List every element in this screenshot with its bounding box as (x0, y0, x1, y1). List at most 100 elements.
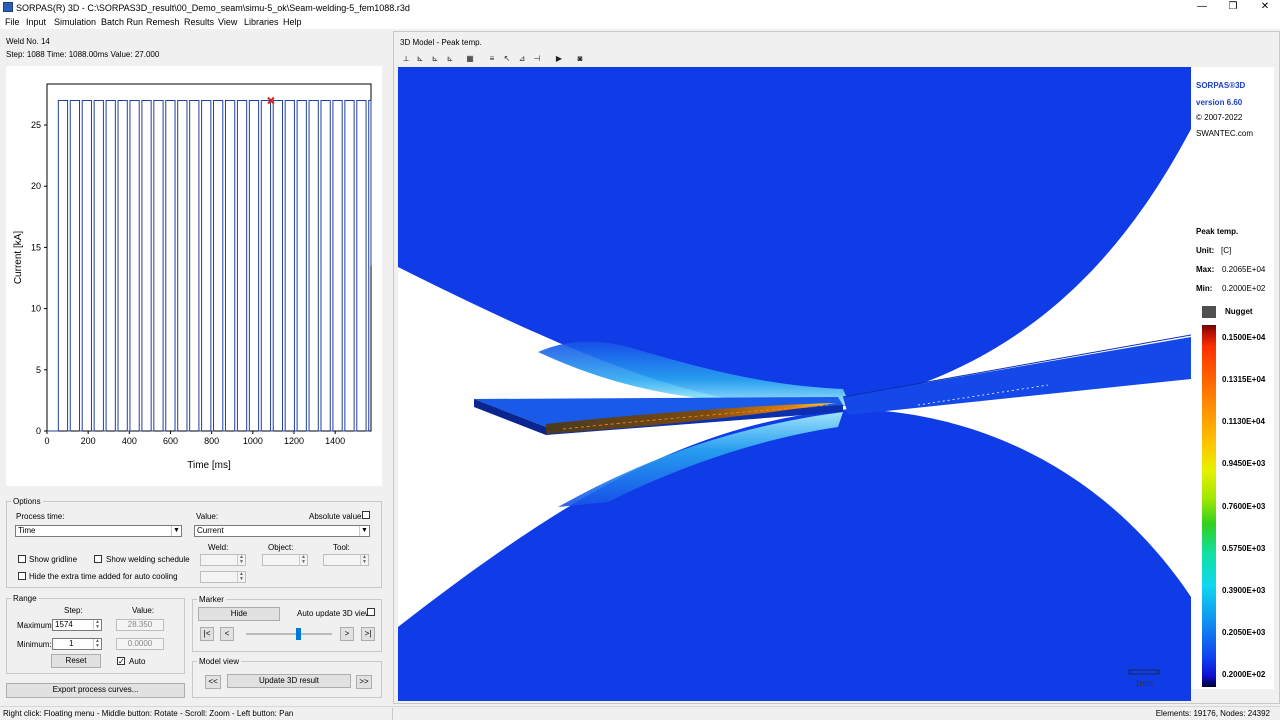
minimum-step-value: 1 (69, 639, 74, 648)
pointer-icon[interactable]: ↖ (501, 53, 513, 65)
extra-spinner[interactable]: ▲ ▼ (200, 571, 246, 583)
menu-simulation[interactable]: Simulation (54, 17, 96, 27)
view-yz-icon[interactable]: ⊾ (444, 53, 456, 65)
graph-icon[interactable]: ⊿ (516, 53, 528, 65)
model-view-prev-button[interactable]: << (205, 675, 221, 689)
nugget-swatch (1202, 306, 1216, 318)
marker-last-button[interactable]: >| (361, 627, 375, 641)
minimize-button[interactable]: — (1187, 0, 1217, 16)
mesh-icon[interactable]: ▦ (464, 53, 476, 65)
x-tick-label: 1400 (325, 436, 345, 446)
y-tick-label: 15 (31, 242, 41, 252)
marker-slider[interactable] (246, 628, 332, 640)
menu-results[interactable]: Results (184, 17, 214, 27)
chevron-down-icon: ▼ (359, 526, 369, 536)
update-3d-result-button[interactable]: Update 3D result (227, 674, 351, 688)
brand-label: SORPAS®3D (1196, 81, 1246, 90)
menu-batch-run[interactable]: Batch Run (101, 17, 143, 27)
slider-track (246, 633, 332, 635)
hide-marker-button[interactable]: Hide (198, 607, 280, 621)
menu-remesh[interactable]: Remesh (146, 17, 180, 27)
min-value: 0.2000E+02 (1222, 284, 1266, 293)
status-hint: Right click: Floating menu - Middle butt… (3, 709, 294, 718)
export-process-curves-button[interactable]: Export process curves... (6, 683, 185, 698)
camera-icon[interactable]: ◙ (574, 53, 586, 65)
cut-icon[interactable]: ⊣ (531, 53, 543, 65)
x-tick-label: 600 (163, 436, 178, 446)
tool-spinner[interactable]: ▲ ▼ (323, 554, 369, 566)
unit-label: Unit: (1196, 246, 1215, 255)
menu-file[interactable]: File (5, 17, 20, 27)
marker-group-label: Marker (197, 595, 226, 604)
marker-prev-button[interactable]: < (220, 627, 234, 641)
legend-tick: 0.5750E+03 (1222, 544, 1266, 553)
view-xz-icon[interactable]: ⊾ (429, 53, 441, 65)
maximum-label: Maximum: (17, 621, 54, 630)
copyright-label: © 2007-2022 (1196, 113, 1243, 122)
legend-tick: 0.1315E+04 (1222, 375, 1266, 384)
reset-button[interactable]: Reset (51, 654, 101, 668)
max-value: 0.2065E+04 (1222, 265, 1266, 274)
axis-xyz-icon[interactable]: ⟂ (400, 53, 412, 65)
process-curve-chart[interactable]: 0 200 400 600 800 1000 1200 1400 0 5 10 15 20 25 Tim… (6, 66, 382, 486)
auto-checkbox[interactable]: ✓ (117, 657, 125, 666)
maximum-step-spinner[interactable]: 1574 ▲ ▼ (52, 619, 102, 631)
play-icon[interactable]: ▶ (553, 53, 565, 65)
menu-help[interactable]: Help (283, 17, 302, 27)
x-tick-label: 1200 (284, 436, 304, 446)
auto-update-checkbox[interactable] (367, 608, 375, 616)
close-button[interactable]: ✕ (1250, 0, 1280, 16)
range-step-label: Step: (64, 606, 83, 615)
model-view-next-button[interactable]: >> (356, 675, 372, 689)
weld-number: Weld No. 14 (6, 37, 50, 46)
view-xy-icon[interactable]: ⊾ (414, 53, 426, 65)
show-gridline-checkbox[interactable] (18, 555, 26, 563)
marker-first-button[interactable]: |< (200, 627, 214, 641)
y-tick-label: 0 (36, 426, 41, 436)
show-welding-schedule-checkbox[interactable] (94, 555, 102, 563)
x-axis-ticks: 0 200 400 600 800 1000 1200 1400 (44, 431, 345, 446)
menu-view[interactable]: View (218, 17, 237, 27)
slider-thumb[interactable] (295, 628, 301, 640)
scale-bar-label: 1mm (1135, 679, 1153, 688)
value-label: Value: (196, 512, 219, 521)
window-title: SORPAS(R) 3D - C:\SORPAS3D_result\00_Dem… (16, 3, 410, 13)
tool-label: Tool: (333, 543, 350, 552)
maximize-button[interactable]: ❐ (1218, 0, 1248, 16)
y-tick-label: 5 (36, 365, 41, 375)
object-label: Object: (268, 543, 294, 552)
weld-spinner[interactable]: ▲ ▼ (200, 554, 246, 566)
quantity-label: Peak temp. (1196, 227, 1239, 236)
value-select[interactable]: Current ▼ (194, 525, 370, 537)
process-time-label: Process time: (16, 512, 65, 521)
min-label: Min: (1196, 284, 1213, 293)
x-axis-label: Time [ms] (187, 460, 231, 471)
menu-input[interactable]: Input (26, 17, 46, 27)
hide-extra-time-checkbox[interactable] (18, 572, 26, 580)
maximum-step-value: 1574 (55, 620, 73, 629)
status-separator (392, 708, 393, 720)
absolute-values-checkbox[interactable] (362, 511, 370, 519)
current-series-line (47, 100, 372, 432)
spin-arrows-icon: ▲ ▼ (237, 572, 245, 582)
app-icon (3, 2, 13, 12)
color-legend: SORPAS®3D version 6.60 © 2007-2022 SWANT… (1191, 67, 1274, 689)
hide-extra-time-label: Hide the extra time added for auto cooli… (29, 572, 178, 581)
minimum-step-spinner[interactable]: 1 ▲ ▼ (52, 638, 102, 650)
x-tick-label: 200 (81, 436, 96, 446)
menu-libraries[interactable]: Libraries (244, 17, 279, 27)
menu-bar: File Input Simulation Batch Run Remesh R… (0, 16, 1280, 29)
object-spinner[interactable]: ▲ ▼ (262, 554, 308, 566)
marker-next-button[interactable]: > (340, 627, 354, 641)
status-counts: Elements: 19176, Nodes: 24392 (1155, 709, 1270, 718)
spin-arrows-icon: ▲ ▼ (360, 555, 368, 565)
y-tick-label: 20 (31, 181, 41, 191)
y-axis-label: Current [kA] (13, 231, 24, 285)
settings-icon[interactable]: ≡ (486, 53, 498, 65)
3d-viewport[interactable]: 1mm (398, 67, 1191, 701)
model-view-group-label: Model view (197, 657, 242, 666)
step-info: Step: 1088 Time: 1088.00ms Value: 27.000 (6, 50, 160, 59)
process-time-select[interactable]: Time ▼ (15, 525, 182, 537)
show-welding-schedule-label: Show welding schedule (106, 555, 190, 564)
y-axis-ticks: 0 5 10 15 20 25 (31, 120, 47, 436)
